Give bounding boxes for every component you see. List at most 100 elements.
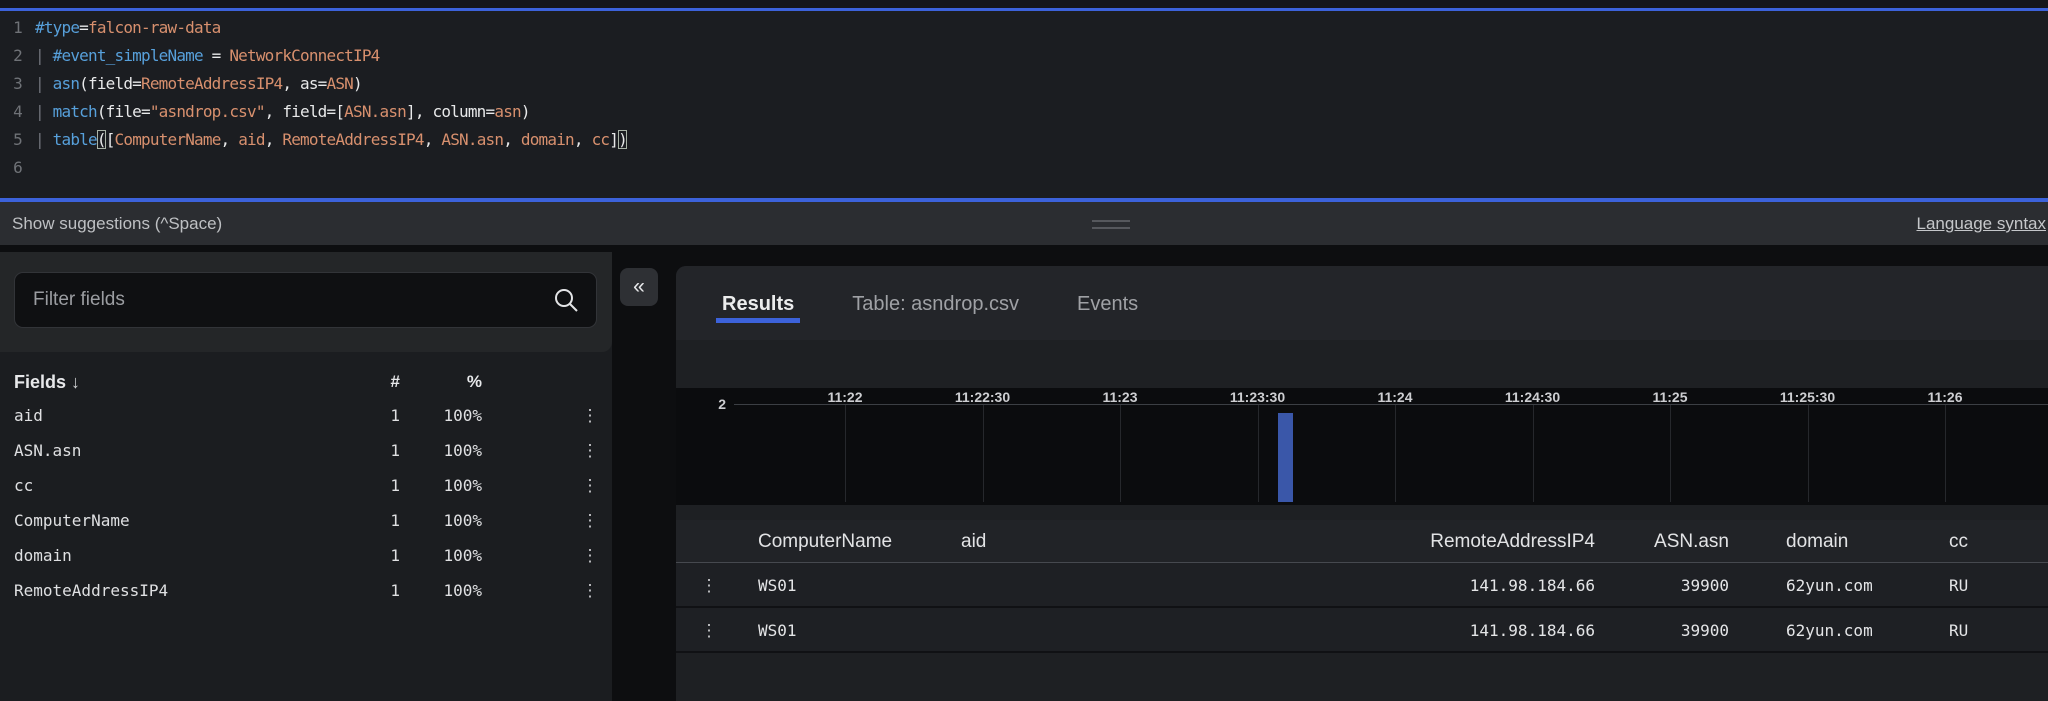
event-timeline-chart: 2 11:22 11:22:30 11:23 11:23:30 11:24 11:24:3… — [676, 388, 2048, 505]
x-axis-label: 11:25 — [1652, 389, 1688, 405]
code-token: ComputerName — [114, 130, 222, 149]
field-row-aid[interactable]: aid 1 100% ⋮ — [0, 398, 612, 433]
kebab-menu-icon[interactable]: ⋮ — [578, 398, 602, 433]
filter-fields-input[interactable] — [14, 272, 597, 328]
field-row-asn-asn[interactable]: ASN.asn 1 100% ⋮ — [0, 433, 612, 468]
line-number: 6 — [13, 158, 23, 177]
kebab-menu-icon[interactable]: ⋮ — [578, 503, 602, 538]
code-token: , as= — [282, 74, 327, 93]
code-token: #type — [35, 18, 80, 37]
field-row-computername[interactable]: ComputerName 1 100% ⋮ — [0, 503, 612, 538]
field-name: cc — [14, 476, 34, 495]
table-cell: 39900 — [1680, 576, 1729, 595]
field-name: ASN.asn — [14, 441, 82, 460]
column-header-domain[interactable]: domain — [1786, 520, 1848, 563]
language-syntax-link[interactable]: Language syntax — [1917, 202, 2047, 245]
results-tabs-bar: Results Table: asndrop.csv Events — [676, 266, 2048, 340]
search-icon — [555, 289, 578, 312]
column-header-remoteaddressip4[interactable]: RemoteAddressIP4 — [1430, 520, 1595, 563]
table-cell: 62yun.com — [1786, 621, 1873, 640]
line-number: 3 — [13, 74, 23, 93]
tab-results[interactable]: Results — [716, 266, 801, 340]
gridline — [1120, 405, 1121, 502]
resize-handle-line — [1092, 227, 1130, 229]
gridline — [1257, 405, 1259, 502]
editor-resize-handle[interactable] — [1092, 220, 1130, 232]
code-token: (field= — [79, 74, 142, 93]
kebab-menu-icon[interactable]: ⋮ — [578, 538, 602, 573]
column-header-cc[interactable]: cc — [1949, 520, 1968, 563]
code-token: , — [220, 130, 239, 149]
code-token: #event_simpleName — [52, 46, 204, 65]
field-row-cc[interactable]: cc 1 100% ⋮ — [0, 468, 612, 503]
table-cell: WS01 — [758, 576, 797, 595]
code-line: 6 — [0, 154, 2048, 182]
code-token: (file= — [96, 102, 151, 121]
x-axis-label: 11:23:30 — [1229, 389, 1286, 405]
field-percent: 100% — [443, 511, 482, 530]
query-editor[interactable]: 1 #type=falcon-raw-data 2 | #event_simpleNa… — [0, 0, 2048, 202]
tab-events[interactable]: Events — [1077, 266, 1138, 340]
resize-handle-line — [1092, 220, 1130, 222]
tab-table-asndrop-csv[interactable]: Table: asndrop.csv — [852, 266, 1019, 340]
field-row-domain[interactable]: domain 1 100% ⋮ — [0, 538, 612, 573]
gridline — [982, 405, 984, 502]
field-percent: 100% — [443, 476, 482, 495]
query-code-lines[interactable]: 1 #type=falcon-raw-data 2 | #event_simpleNa… — [0, 14, 2048, 182]
code-token: match — [52, 102, 98, 121]
collapse-sidebar-button[interactable]: « — [620, 268, 658, 306]
gridline — [1670, 405, 1671, 502]
fields-sidebar: Fields ↓ # % aid 1 100% ⋮ ASN.asn 1 100% ⋮ cc 1 10… — [0, 252, 612, 701]
field-row-remoteaddressip4[interactable]: RemoteAddressIP4 1 100% ⋮ — [0, 573, 612, 608]
table-row[interactable]: ⋮ WS01 141.98.184.66 39900 62yun.com RU — [676, 563, 2048, 608]
code-token: ], column= — [406, 102, 495, 121]
percent-column-header: % — [466, 372, 482, 391]
code-token: | — [35, 102, 53, 121]
active-tab-underline — [716, 318, 801, 323]
fields-list-header: Fields ↓ # % — [0, 364, 612, 400]
code-token: cc — [591, 130, 610, 149]
column-header-aid[interactable]: aid — [961, 520, 986, 563]
line-number: 1 — [13, 18, 23, 37]
kebab-menu-icon[interactable]: ⋮ — [698, 563, 720, 608]
code-token: ] — [609, 130, 619, 149]
fields-list: aid 1 100% ⋮ ASN.asn 1 100% ⋮ cc 1 100% ⋮ ComputerNa… — [0, 398, 612, 608]
field-name: RemoteAddressIP4 — [14, 581, 169, 600]
code-token: , — [423, 130, 442, 149]
field-count: 1 — [390, 546, 400, 565]
x-axis-label: 11:24:30 — [1504, 389, 1561, 405]
code-line: 4 | match(file="asndrop.csv", field=[ASN.… — [0, 98, 2048, 126]
kebab-menu-icon[interactable]: ⋮ — [578, 573, 602, 608]
x-axis-label: 11:22 — [827, 389, 863, 405]
code-token: aid — [238, 130, 265, 149]
table-cell: WS01 — [758, 621, 797, 640]
kebab-menu-icon[interactable]: ⋮ — [578, 468, 602, 503]
sort-down-icon: ↓ — [71, 372, 81, 392]
code-token: , — [503, 130, 521, 149]
column-header-asn-asn[interactable]: ASN.asn — [1654, 520, 1729, 563]
table-body: ⋮ WS01 141.98.184.66 39900 62yun.com RU ⋮ WS01 1… — [676, 563, 2048, 653]
filter-section — [0, 252, 612, 352]
kebab-menu-icon[interactable]: ⋮ — [698, 608, 720, 653]
line-number: 2 — [13, 46, 23, 65]
column-header-computername[interactable]: ComputerName — [758, 520, 892, 563]
table-cell: 62yun.com — [1786, 576, 1873, 595]
code-token: asn — [494, 102, 521, 121]
field-percent: 100% — [443, 441, 482, 460]
field-count: 1 — [390, 441, 400, 460]
show-suggestions-hint: Show suggestions (^Space) — [12, 214, 223, 233]
kebab-menu-icon[interactable]: ⋮ — [578, 433, 602, 468]
code-line: 1 #type=falcon-raw-data — [0, 14, 2048, 42]
editor-status-bar: Show suggestions (^Space) Language synta… — [0, 202, 2048, 245]
histogram-bar — [1278, 413, 1293, 502]
field-count: 1 — [390, 406, 400, 425]
x-axis-label: 11:25:30 — [1779, 389, 1836, 405]
code-token: | — [35, 130, 53, 149]
table-cell: 141.98.184.66 — [1469, 576, 1595, 595]
table-row[interactable]: ⋮ WS01 141.98.184.66 39900 62yun.com RU — [676, 608, 2048, 653]
line-number: 4 — [13, 102, 23, 121]
gridline — [1807, 405, 1809, 502]
code-token: ( — [96, 130, 106, 149]
fields-title[interactable]: Fields ↓ — [14, 364, 80, 400]
code-token: NetworkConnectIP4 — [229, 46, 380, 65]
